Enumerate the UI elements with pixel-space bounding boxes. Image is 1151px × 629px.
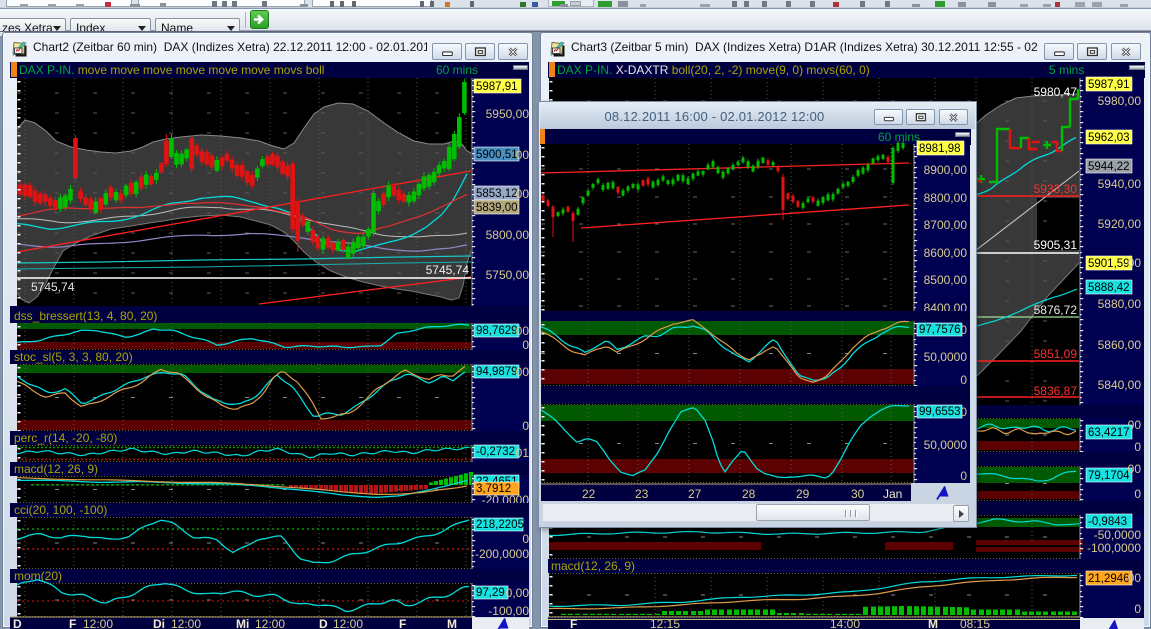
svg-text:8700,00: 8700,00 — [924, 218, 968, 232]
svg-text:21,2946: 21,2946 — [1088, 573, 1130, 585]
svg-text:5900,51: 5900,51 — [476, 149, 518, 161]
svg-text:5940,00: 5940,00 — [1098, 177, 1142, 191]
svg-text:5840,00: 5840,00 — [1098, 378, 1142, 392]
svg-text:5745,74: 5745,74 — [31, 280, 75, 294]
svg-text:5888,42: 5888,42 — [1088, 282, 1130, 294]
svg-text:5987,91: 5987,91 — [476, 81, 518, 93]
svg-text:5860,00: 5860,00 — [1098, 338, 1142, 352]
svg-text:5853,12: 5853,12 — [476, 188, 518, 200]
svg-text:Mi: Mi — [236, 617, 249, 629]
svg-text:cci(20, 100, -100): cci(20, 100, -100) — [14, 503, 107, 517]
svg-text:12:15: 12:15 — [650, 617, 680, 629]
svg-text:0: 0 — [960, 373, 967, 387]
svg-text:63,4217: 63,4217 — [1088, 427, 1130, 439]
svg-text:28: 28 — [742, 487, 756, 501]
svg-text:30: 30 — [851, 487, 865, 501]
svg-text:218,2205: 218,2205 — [476, 519, 524, 531]
svg-text:5944,22: 5944,22 — [1088, 161, 1130, 173]
svg-text:5851,09: 5851,09 — [1034, 347, 1078, 361]
svg-text:12:00: 12:00 — [171, 617, 201, 629]
svg-text:F: F — [399, 617, 406, 629]
svg-text:79,1704: 79,1704 — [1088, 470, 1130, 482]
svg-text:5745,74: 5745,74 — [426, 263, 470, 277]
svg-text:8800,00: 8800,00 — [924, 191, 968, 205]
svg-text:98,7629: 98,7629 — [476, 325, 518, 337]
svg-text:00: 00 — [516, 148, 529, 162]
svg-text:macd(12, 26, 9): macd(12, 26, 9) — [551, 559, 635, 573]
svg-text:5880,00: 5880,00 — [1098, 297, 1142, 311]
svg-text:macd(12, 26, 9): macd(12, 26, 9) — [14, 462, 98, 476]
svg-text:00: 00 — [1128, 571, 1142, 585]
svg-text:0: 0 — [1134, 487, 1141, 501]
svg-text:-0,2732: -0,2732 — [476, 446, 515, 458]
svg-text:8600,00: 8600,00 — [924, 246, 968, 260]
svg-text:12:00: 12:00 — [333, 617, 363, 629]
svg-text:0: 0 — [522, 419, 529, 433]
svg-text:99,6553: 99,6553 — [919, 406, 961, 418]
svg-text:5905,31: 5905,31 — [1034, 238, 1078, 252]
svg-text:94,9879: 94,9879 — [476, 366, 518, 378]
svg-text:-0,9843: -0,9843 — [1088, 516, 1127, 528]
svg-text:Jan: Jan — [883, 487, 902, 501]
svg-text:5800,00: 5800,00 — [486, 228, 529, 242]
svg-text:50,0000: 50,0000 — [924, 438, 968, 452]
svg-text:8500,00: 8500,00 — [924, 273, 968, 287]
svg-text:0: 0 — [522, 532, 529, 546]
svg-text:F: F — [570, 617, 577, 629]
svg-text:F: F — [69, 617, 76, 629]
svg-text:M: M — [447, 617, 457, 629]
svg-text:-100,00: -100,00 — [488, 604, 529, 618]
svg-text:5962,03: 5962,03 — [1088, 132, 1130, 144]
svg-text:8981,98: 8981,98 — [919, 143, 961, 155]
svg-text:12:00: 12:00 — [255, 617, 285, 629]
svg-text:-200,0000: -200,0000 — [475, 547, 529, 561]
svg-text:01: 01 — [516, 446, 529, 460]
svg-text:D: D — [13, 617, 22, 629]
svg-text:12:00: 12:00 — [83, 617, 113, 629]
svg-text:0,00: 0,00 — [506, 586, 529, 600]
svg-text:50,0000: 50,0000 — [924, 350, 968, 364]
svg-text:0: 0 — [960, 405, 967, 419]
svg-text:5933,30: 5933,30 — [1034, 182, 1078, 196]
svg-text:5987,91: 5987,91 — [1088, 79, 1130, 91]
svg-text:00: 00 — [516, 187, 529, 201]
svg-text:0: 0 — [1134, 602, 1141, 616]
svg-text:dss_bressert(13, 4, 80, 20): dss_bressert(13, 4, 80, 20) — [14, 309, 157, 323]
svg-text:5920,00: 5920,00 — [1098, 217, 1142, 231]
svg-text:5980,47: 5980,47 — [1034, 85, 1078, 99]
svg-text:08:15: 08:15 — [960, 617, 990, 629]
svg-text:-100,0000: -100,0000 — [1087, 541, 1141, 555]
svg-text:5839,00: 5839,00 — [476, 202, 518, 214]
svg-text:00: 00 — [516, 365, 529, 379]
svg-text:5836,87: 5836,87 — [1034, 384, 1078, 398]
svg-text:5750,00: 5750,00 — [486, 268, 529, 282]
svg-text:00: 00 — [516, 324, 529, 338]
svg-text:-50,0000: -50,0000 — [1094, 528, 1142, 542]
svg-text:97,7576: 97,7576 — [919, 324, 961, 336]
svg-text:perc_r(14, -20, -80): perc_r(14, -20, -80) — [14, 431, 117, 445]
svg-text:5950,00: 5950,00 — [486, 107, 529, 121]
svg-text:5901,59: 5901,59 — [1088, 258, 1130, 270]
svg-text:5876,72: 5876,72 — [1034, 303, 1078, 317]
svg-text:mom(20): mom(20) — [14, 569, 62, 583]
svg-text:D: D — [319, 617, 328, 629]
svg-text:0: 0 — [522, 338, 529, 352]
svg-text:M: M — [928, 617, 938, 629]
svg-text:27: 27 — [688, 487, 702, 501]
svg-text:00: 00 — [1128, 462, 1142, 476]
svg-text:00: 00 — [1128, 256, 1142, 270]
svg-text:0: 0 — [1134, 440, 1141, 454]
svg-text:23: 23 — [635, 487, 649, 501]
svg-text:29: 29 — [796, 487, 810, 501]
svg-text:Di: Di — [153, 617, 165, 629]
svg-text:stoc_sl(5, 3, 3, 80, 20): stoc_sl(5, 3, 3, 80, 20) — [14, 350, 133, 364]
svg-text:0: 0 — [960, 323, 967, 337]
svg-text:22: 22 — [582, 487, 596, 501]
svg-text:8900,00: 8900,00 — [924, 163, 968, 177]
svg-text:0: 0 — [960, 469, 967, 483]
svg-text:97,29: 97,29 — [476, 587, 505, 599]
svg-text:14:00: 14:00 — [830, 617, 860, 629]
svg-text:5980,00: 5980,00 — [1098, 94, 1142, 108]
